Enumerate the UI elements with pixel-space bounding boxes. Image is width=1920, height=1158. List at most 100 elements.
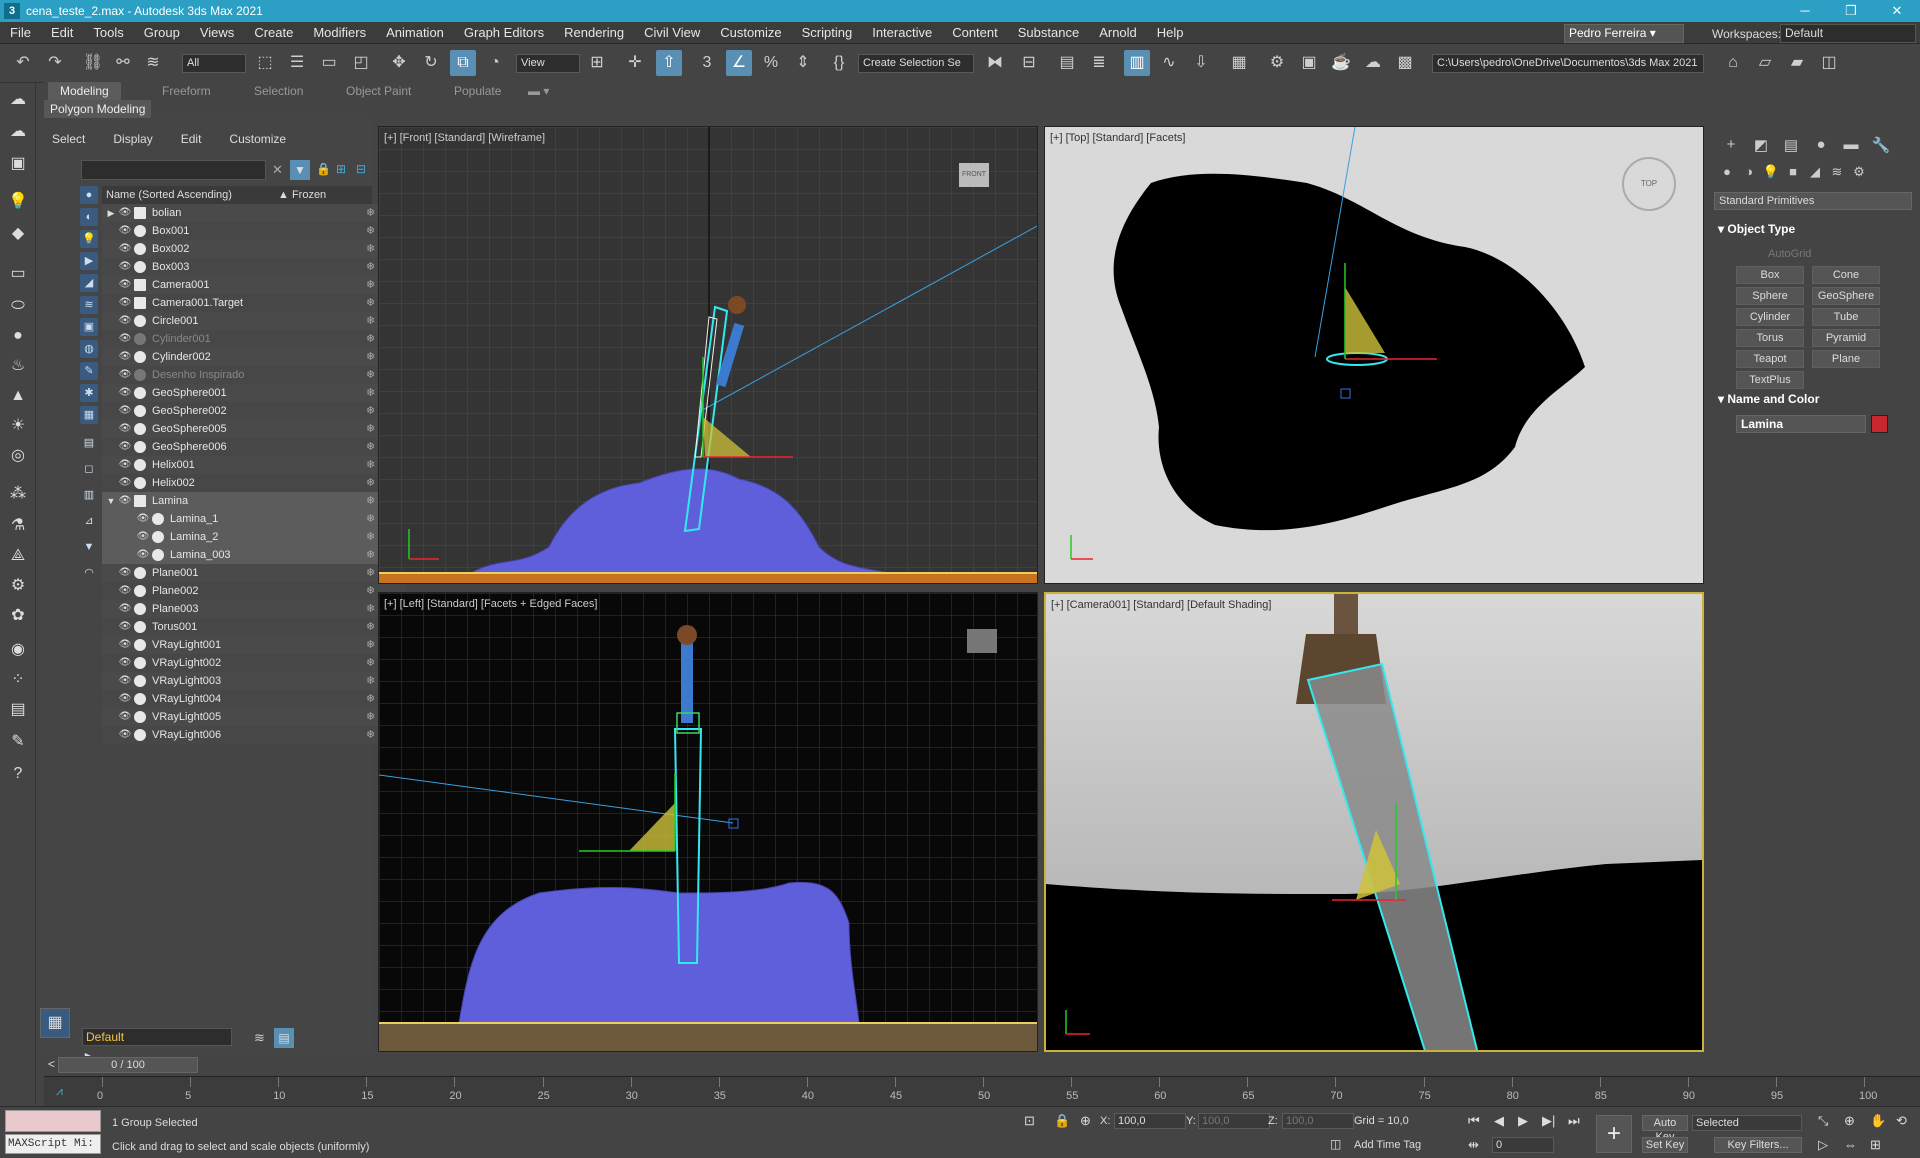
se-menu-customize[interactable]: Customize [213, 132, 298, 150]
schematic-view-icon[interactable]: ⇩ [1188, 50, 1214, 76]
ribbon-panel-polygon-modeling[interactable]: Polygon Modeling [44, 100, 152, 118]
freeze-icon[interactable]: ❄ [366, 276, 375, 294]
scene-object-row[interactable]: 👁 VRayLight001 ❄ [102, 636, 406, 654]
primitive-cylinder-button[interactable]: Cylinder [1736, 308, 1804, 326]
x-coordinate-input[interactable]: 100,0 [1114, 1113, 1186, 1129]
keyboard-shortcut-override-icon[interactable]: ⇧ [656, 50, 682, 76]
mirror-icon[interactable]: ⧓ [982, 50, 1008, 76]
sun-icon[interactable]: ☀ [6, 415, 30, 437]
viewport-label[interactable]: [+] [Top] [Standard] [Facets] [1050, 132, 1185, 144]
box-primitive-icon[interactable]: ▭ [6, 263, 30, 285]
render-production-icon[interactable]: ☕ [1328, 50, 1354, 76]
scene-object-row[interactable]: 👁 Camera001.Target ❄ [102, 294, 406, 312]
render-in-cloud-icon[interactable]: ☁ [1360, 50, 1386, 76]
ribbon-options-icon[interactable]: ▬ ▾ [516, 82, 561, 100]
freeze-icon[interactable]: ❄ [366, 366, 375, 384]
dynamics-icon[interactable]: ⚗ [6, 515, 30, 537]
scene-object-row[interactable]: ▶ 👁 bolian ❄ [102, 204, 406, 222]
script-icon[interactable]: ✎ [6, 731, 30, 753]
scene-object-row[interactable]: ▼ 👁 Lamina ❄ [102, 492, 406, 510]
freeze-icon[interactable]: ❄ [366, 474, 375, 492]
align-icon[interactable]: ⊟ [1016, 50, 1042, 76]
scene-object-row[interactable]: 👁 Plane002 ❄ [102, 582, 406, 600]
menu-graph-editors[interactable]: Graph Editors [454, 25, 554, 40]
bones-icon[interactable]: ⟁ [6, 545, 30, 567]
viewport-left[interactable]: [+] [Left] [Standard] [Facets + Edged Fa… [378, 592, 1038, 1052]
scene-object-row[interactable]: 👁 GeoSphere006 ❄ [102, 438, 406, 456]
menu-create[interactable]: Create [244, 25, 303, 40]
freeze-icon[interactable]: ❄ [366, 222, 375, 240]
visibility-eye-icon[interactable]: 👁 [118, 240, 132, 258]
freeze-icon[interactable]: ❄ [366, 204, 375, 222]
primitive-teapot-button[interactable]: Teapot [1736, 350, 1804, 368]
lock-icon[interactable]: 🔒 [316, 162, 331, 176]
freeze-icon[interactable]: ❄ [366, 348, 375, 366]
layers-icon[interactable]: ⊟ [356, 162, 366, 176]
zoom-icon[interactable]: ⊕ [1844, 1113, 1855, 1129]
rendered-frame-window-icon[interactable]: ▣ [1296, 50, 1322, 76]
visibility-eye-icon[interactable]: 👁 [118, 420, 132, 438]
scene-object-row[interactable]: 👁 VRayLight002 ❄ [102, 654, 406, 672]
visibility-eye-icon[interactable]: 👁 [118, 330, 132, 348]
maxscript-listener-output[interactable] [5, 1110, 101, 1132]
render-icon[interactable]: ▣ [6, 153, 30, 175]
torus-icon[interactable]: ◎ [6, 445, 30, 467]
scene-object-row[interactable]: 👁 Torus001 ❄ [102, 618, 406, 636]
selection-lock-icon[interactable]: 🔒 [1054, 1113, 1070, 1129]
select-manipulate-icon[interactable]: ✛ [622, 50, 648, 76]
primitive-tube-button[interactable]: Tube [1812, 308, 1880, 326]
field-of-view-icon[interactable]: ▷ [1818, 1137, 1828, 1153]
freeze-icon[interactable]: ❄ [366, 726, 375, 744]
freeze-icon[interactable]: ❄ [366, 690, 375, 708]
lights-icon[interactable]: 💡 [1760, 164, 1782, 184]
freeze-icon[interactable]: ❄ [366, 582, 375, 600]
scene-object-row[interactable]: 👁 Plane001 ❄ [102, 564, 406, 582]
visibility-eye-icon[interactable]: 👁 [118, 276, 132, 294]
display-helpers-icon[interactable]: ◢ [80, 274, 98, 292]
time-tag-icon[interactable]: ◫ [1330, 1137, 1341, 1151]
column-name[interactable]: Name (Sorted Ascending) [106, 186, 232, 204]
select-by-name-icon[interactable]: ☰ [284, 50, 310, 76]
scene-search-input[interactable] [81, 160, 266, 180]
helpers-icon[interactable]: ◢ [1804, 164, 1826, 184]
display-bones-icon[interactable]: ✎ [80, 362, 98, 380]
viewport-camera[interactable]: [+] [Camera001] [Standard] [Default Shad… [1044, 592, 1704, 1052]
previous-key-icon[interactable]: ◀ [1494, 1113, 1504, 1129]
display-spacewarps-icon[interactable]: ≋ [80, 296, 98, 314]
visibility-eye-icon[interactable]: 👁 [118, 258, 132, 276]
primitive-textplus-button[interactable]: TextPlus [1736, 371, 1804, 389]
window-crossing-icon[interactable]: ◰ [348, 50, 374, 76]
freeze-icon[interactable]: ❄ [366, 330, 375, 348]
visibility-eye-icon[interactable]: 👁 [136, 528, 150, 546]
percent-snap-icon[interactable]: % [758, 50, 784, 76]
modify-tab-icon[interactable]: ◩ [1746, 136, 1776, 156]
shapes-icon[interactable]: ◑ [1738, 164, 1760, 184]
freeze-icon[interactable]: ❄ [366, 618, 375, 636]
se-menu-edit[interactable]: Edit [165, 132, 214, 150]
z-coordinate-input[interactable]: 100,0 [1282, 1113, 1354, 1129]
set-key-big-icon[interactable]: + [1596, 1115, 1632, 1153]
visibility-eye-icon[interactable]: 👁 [118, 636, 132, 654]
toggle-scene-explorer-icon[interactable]: ▤ [1054, 50, 1080, 76]
visibility-eye-icon[interactable]: 👁 [118, 222, 132, 240]
key-mode-select[interactable]: Selected [1692, 1115, 1802, 1131]
display-geometry-icon[interactable]: ● [80, 186, 98, 204]
freeze-icon[interactable]: ❄ [366, 240, 375, 258]
layer-select[interactable]: Default [82, 1028, 232, 1046]
freeze-icon[interactable]: ❄ [366, 510, 375, 528]
menu-content[interactable]: Content [942, 25, 1008, 40]
edit-named-selection-icon[interactable]: {} [826, 50, 852, 76]
autogrid-checkbox[interactable]: AutoGrid [1768, 248, 1811, 260]
globe-icon[interactable]: ◉ [6, 639, 30, 661]
hierarchy-tab-icon[interactable]: ▤ [1776, 136, 1806, 156]
next-key-icon[interactable]: ▶| [1542, 1113, 1555, 1129]
menu-customize[interactable]: Customize [710, 25, 791, 40]
se-menu-select[interactable]: Select [36, 132, 97, 150]
tab-object-paint[interactable]: Object Paint [334, 82, 423, 100]
curve-editor-mini-icon[interactable]: ⩘ [56, 1084, 63, 1099]
viewport-top[interactable]: [+] [Top] [Standard] [Facets] TOP [1044, 126, 1704, 584]
pivot-center-icon[interactable]: ⊞ [584, 50, 610, 76]
layer-explorer-icon[interactable]: ▤ [274, 1028, 294, 1048]
freeze-icon[interactable]: ❄ [366, 600, 375, 618]
visibility-eye-icon[interactable]: 👁 [118, 474, 132, 492]
